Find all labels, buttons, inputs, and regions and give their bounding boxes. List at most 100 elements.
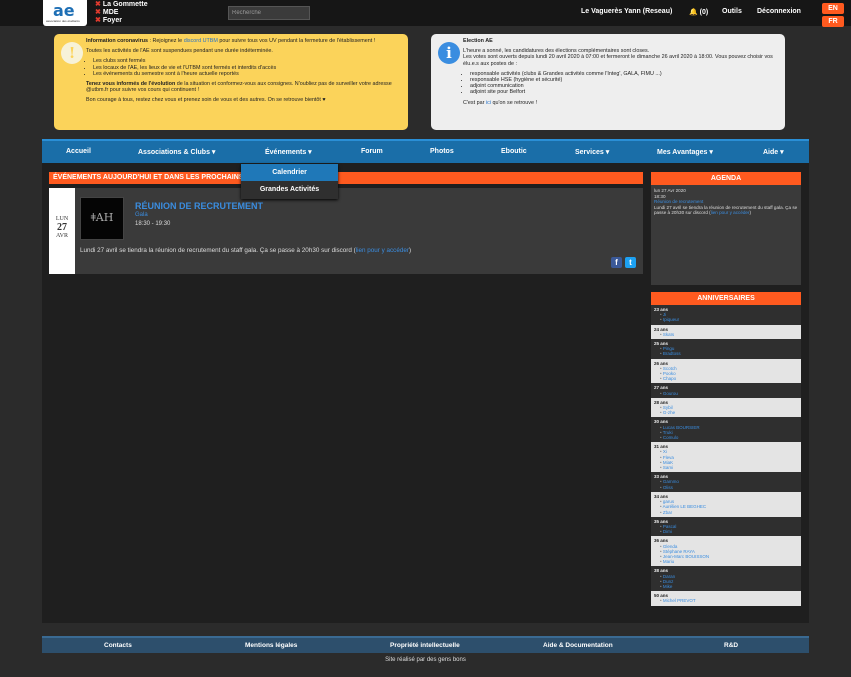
birthday-user-link[interactable]: Sami bbox=[654, 465, 798, 470]
dropdown-calendrier[interactable]: Calendrier bbox=[241, 164, 338, 181]
covid-p4: Bon courage à tous, restez chez vous et … bbox=[86, 97, 326, 104]
birthday-user-link[interactable]: Bradtoss bbox=[654, 351, 798, 356]
nav-forum[interactable]: Forum bbox=[361, 148, 383, 155]
covid-p3: Tenez vous informés de l'évolution de la… bbox=[86, 81, 392, 94]
birthday-user-link[interactable]: Comulo bbox=[654, 435, 798, 440]
list-item: adjoint site pour Belfort bbox=[470, 89, 779, 95]
birthday-group: 23 ansJiIpiqueur bbox=[651, 305, 801, 325]
election-alert: i Election AE L'heure a sonné, les candi… bbox=[431, 34, 785, 130]
agenda-header: AGENDA bbox=[651, 172, 801, 185]
nav-avantages[interactable]: Mes Avantages ▾ bbox=[657, 148, 713, 156]
user-profile-link[interactable]: Le Vaguerès Yann (Reseau) bbox=[581, 8, 672, 15]
election-p1: L'heure a sonné, les candidatures des él… bbox=[463, 48, 773, 67]
birthday-group: 30 ansLucas BOURSIERTrukiComulo bbox=[651, 417, 801, 443]
birthday-group: 26 ansScotchPookoChapo bbox=[651, 358, 801, 384]
agenda-event-link[interactable]: Réunion de recrutement bbox=[654, 199, 703, 204]
nav-services[interactable]: Services ▾ bbox=[575, 148, 609, 156]
nav-evenements[interactable]: Événements ▾ bbox=[265, 148, 312, 156]
birthday-group: 27 ansGourou bbox=[651, 383, 801, 398]
birthdays-header: ANNIVERSAIRES bbox=[651, 292, 801, 305]
birthday-group: 33 ansGammoOliss bbox=[651, 472, 801, 492]
list-item: Les événements du semestre sont à l'heur… bbox=[93, 71, 402, 77]
events-dropdown: Calendrier Grandes Activités bbox=[241, 164, 338, 199]
event-date: LUN 27 AVR bbox=[49, 188, 75, 274]
event-time: 18:30 - 19:30 bbox=[135, 221, 171, 227]
notifications-button[interactable]: 🔔 (0) bbox=[689, 8, 708, 16]
ae-logo[interactable]: ae association des étudiants bbox=[43, 0, 87, 26]
tools-link[interactable]: Outils bbox=[722, 8, 742, 15]
footer-aide[interactable]: Aide & Documentation bbox=[543, 642, 613, 649]
birthday-group: 36 ansGlendaStéphane RAYAJean-Marc BOUIS… bbox=[651, 536, 801, 567]
birthday-group: 34 ansgarusAurélien LE BEGHECZbar bbox=[651, 491, 801, 517]
nav-associations[interactable]: Associations & Clubs ▾ bbox=[138, 148, 215, 156]
main-nav: Accueil Associations & Clubs ▾ Événement… bbox=[42, 139, 809, 163]
facebook-icon[interactable]: f bbox=[611, 257, 622, 268]
twitter-icon[interactable]: t bbox=[625, 257, 636, 268]
birthday-user-link[interactable]: Mariu bbox=[654, 559, 798, 564]
birthday-user-link[interactable]: Skaïs bbox=[654, 332, 798, 337]
info-icon: i bbox=[438, 42, 460, 64]
shop-link-gommette[interactable]: ✖ La Gommette bbox=[95, 1, 148, 9]
shop-link-foyer[interactable]: ✖ Foyer bbox=[95, 17, 148, 25]
birthday-group: 31 ansXiFlevaMiaKSami bbox=[651, 442, 801, 473]
birthday-user-link[interactable]: Gourou bbox=[654, 391, 798, 396]
birthday-group: 38 ansDaranDunzMike bbox=[651, 566, 801, 592]
birthday-user-link[interactable]: Ipiqueur bbox=[654, 317, 798, 322]
nav-accueil[interactable]: Accueil bbox=[66, 148, 91, 155]
shop-link-mde[interactable]: ✖ MDE bbox=[95, 9, 148, 17]
covid-list: Les clubs sont fermés Les locaux de l'AE… bbox=[86, 58, 402, 77]
birthday-user-link[interactable]: G-zhe bbox=[654, 410, 798, 415]
nav-photos[interactable]: Photos bbox=[430, 148, 454, 155]
election-p3: C'est par ici qu'on se retrouve ! bbox=[463, 99, 537, 106]
birthday-user-link[interactable]: Mike bbox=[654, 584, 798, 589]
election-list: responsable activités (clubs & Grandes a… bbox=[463, 71, 779, 96]
birthday-group: 50 ansMichel PREVOT bbox=[651, 591, 801, 606]
birthday-user-link[interactable]: Dimi bbox=[654, 529, 798, 534]
dropdown-grandes-activites[interactable]: Grandes Activités bbox=[241, 181, 338, 198]
close-icon: ✖ bbox=[95, 17, 101, 24]
birthdays-panel: 23 ansJiIpiqueur24 ansSkaïs25 ansPinguBr… bbox=[651, 305, 801, 611]
logout-link[interactable]: Déconnexion bbox=[757, 8, 801, 15]
event-title[interactable]: RÉUNION DE RECRUTEMENT bbox=[135, 201, 263, 211]
birthday-user-link[interactable]: Chapo bbox=[654, 376, 798, 381]
birthday-group: 25 ansPinguBradtoss bbox=[651, 339, 801, 359]
birthday-group: 24 ansSkaïs bbox=[651, 324, 801, 340]
footer-propriete[interactable]: Propriété intellectuelle bbox=[390, 642, 460, 649]
events-header: ÉVÉNEMENTS AUJOURD'HUI ET DANS LES PROCH… bbox=[49, 172, 643, 184]
close-icon: ✖ bbox=[95, 1, 101, 8]
lang-fr-button[interactable]: FR bbox=[822, 16, 844, 27]
footer-mentions[interactable]: Mentions légales bbox=[245, 642, 297, 649]
agenda-text: Lundi 27 avril se tiendra la réunion de … bbox=[654, 204, 798, 216]
footer-contacts[interactable]: Contacts bbox=[104, 642, 132, 649]
notification-count: (0) bbox=[699, 9, 709, 16]
exclamation-icon: ! bbox=[61, 42, 83, 64]
logo-text: ae bbox=[53, 1, 75, 20]
birthday-user-link[interactable]: Oliss bbox=[654, 485, 798, 490]
event-club[interactable]: Gala bbox=[135, 212, 148, 218]
footer-bar: Contacts Mentions légales Propriété inte… bbox=[42, 636, 809, 653]
close-icon: ✖ bbox=[95, 9, 101, 16]
birthday-user-link[interactable]: Zbar bbox=[654, 510, 798, 515]
agenda-panel: lun 27 Avr 2020 18:30 Réunion de recrute… bbox=[651, 185, 801, 285]
lang-en-button[interactable]: EN bbox=[822, 3, 844, 14]
covid-alert: ! Information coronavirus : Rejoignez le… bbox=[54, 34, 408, 130]
footer-rd[interactable]: R&D bbox=[724, 642, 738, 649]
birthday-group: 35 ansPascalDimi bbox=[651, 516, 801, 537]
birthday-user-link[interactable]: Michel PREVOT bbox=[654, 598, 798, 603]
covid-p1: Information coronavirus : Rejoignez le d… bbox=[86, 38, 376, 44]
covid-p2: Toutes les activités de l'AE sont suspen… bbox=[86, 48, 273, 55]
nav-aide[interactable]: Aide ▾ bbox=[763, 148, 784, 156]
nav-eboutic[interactable]: Eboutic bbox=[501, 148, 527, 155]
logo-subtitle: association des étudiants bbox=[46, 19, 80, 23]
bell-icon: 🔔 bbox=[689, 9, 698, 16]
event-discord-link[interactable]: lien pour y accéder bbox=[356, 247, 409, 254]
footer-credit: Site réalisé par des gens bons bbox=[385, 657, 466, 663]
shop-links: ✖ La Gommette ✖ MDE ✖ Foyer bbox=[95, 1, 148, 25]
search-input[interactable] bbox=[228, 6, 310, 20]
election-title: Election AE bbox=[463, 38, 493, 44]
birthday-group: 28 ansSybilG-zhe bbox=[651, 397, 801, 418]
event-thumbnail[interactable]: ǂAH bbox=[80, 197, 124, 240]
event-description: Lundi 27 avril se tiendra la réunion de … bbox=[80, 247, 412, 254]
agenda-discord-link[interactable]: lien pour y accéder bbox=[711, 210, 750, 215]
discord-link[interactable]: discord UTBM bbox=[184, 38, 218, 44]
